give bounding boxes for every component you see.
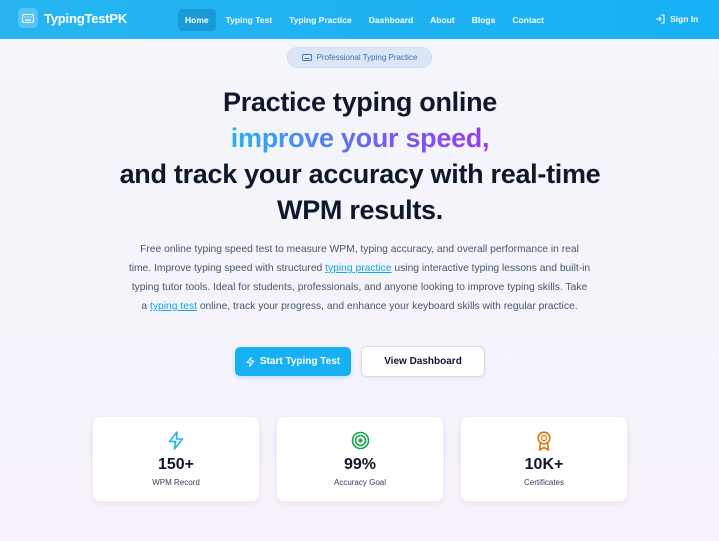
sign-in-button[interactable]: Sign In xyxy=(655,14,698,24)
brand-name: TypingTestPK xyxy=(44,10,128,26)
nav-blogs[interactable]: Blogs xyxy=(465,9,503,31)
stat-value: 99% xyxy=(343,456,377,473)
keyboard-icon xyxy=(301,54,312,61)
hero-title: Practice typing online improve your spee… xyxy=(60,84,660,228)
keyboard-icon xyxy=(18,8,38,28)
view-dashboard-button[interactable]: View Dashboard xyxy=(361,346,485,377)
desc-text-3: online, track your progress, and enhance… xyxy=(196,301,578,312)
stat-card-wpm: 150+ WPM Record xyxy=(92,416,260,502)
stat-card-accuracy: 99% Accuracy Goal xyxy=(276,416,444,502)
hero-line-3: and track your accuracy with real-time xyxy=(119,159,601,189)
nav-typing-practice[interactable]: Typing Practice xyxy=(282,9,359,31)
typing-practice-link[interactable]: typing practice xyxy=(325,263,391,274)
nav-dashboard[interactable]: Dashboard xyxy=(362,9,420,31)
award-icon xyxy=(537,431,551,451)
stat-label: WPM Record xyxy=(152,478,200,487)
hero-highlight: improve your speed, xyxy=(230,123,490,153)
lightning-icon xyxy=(246,356,255,367)
stat-value: 150+ xyxy=(157,456,195,473)
brand[interactable]: TypingTestPK xyxy=(18,8,127,28)
hero-line-1: Practice typing online xyxy=(223,87,497,117)
hero-description: Free online typing speed test to measure… xyxy=(128,240,591,316)
navbar: TypingTestPK Home Typing Test Typing Pra… xyxy=(0,0,719,39)
stat-label: Certificates xyxy=(523,478,564,487)
nav-typing-test[interactable]: Typing Test xyxy=(219,9,279,31)
start-typing-test-label: Start Typing Test xyxy=(259,356,341,367)
badge-label: Professional Typing Practice xyxy=(316,53,418,62)
professional-badge: Professional Typing Practice xyxy=(287,47,432,68)
hero-line-2: improve your speed, xyxy=(60,120,660,156)
target-icon xyxy=(351,431,369,450)
sign-in-icon xyxy=(656,14,665,24)
nav-links: Home Typing Test Typing Practice Dashboa… xyxy=(178,9,554,31)
nav-home[interactable]: Home xyxy=(178,9,216,31)
hero-line-4: WPM results. xyxy=(277,195,443,225)
nav-contact[interactable]: Contact xyxy=(505,9,551,31)
typing-test-link[interactable]: typing test xyxy=(150,301,197,312)
nav-about[interactable]: About xyxy=(423,9,462,31)
lightning-icon xyxy=(168,431,184,450)
sign-in-label: Sign In xyxy=(670,14,699,24)
stat-card-certificates: 10K+ Certificates xyxy=(460,416,628,502)
start-typing-test-button[interactable]: Start Typing Test xyxy=(235,347,351,376)
stat-label: Accuracy Goal xyxy=(333,478,387,487)
stat-value: 10K+ xyxy=(524,456,564,473)
